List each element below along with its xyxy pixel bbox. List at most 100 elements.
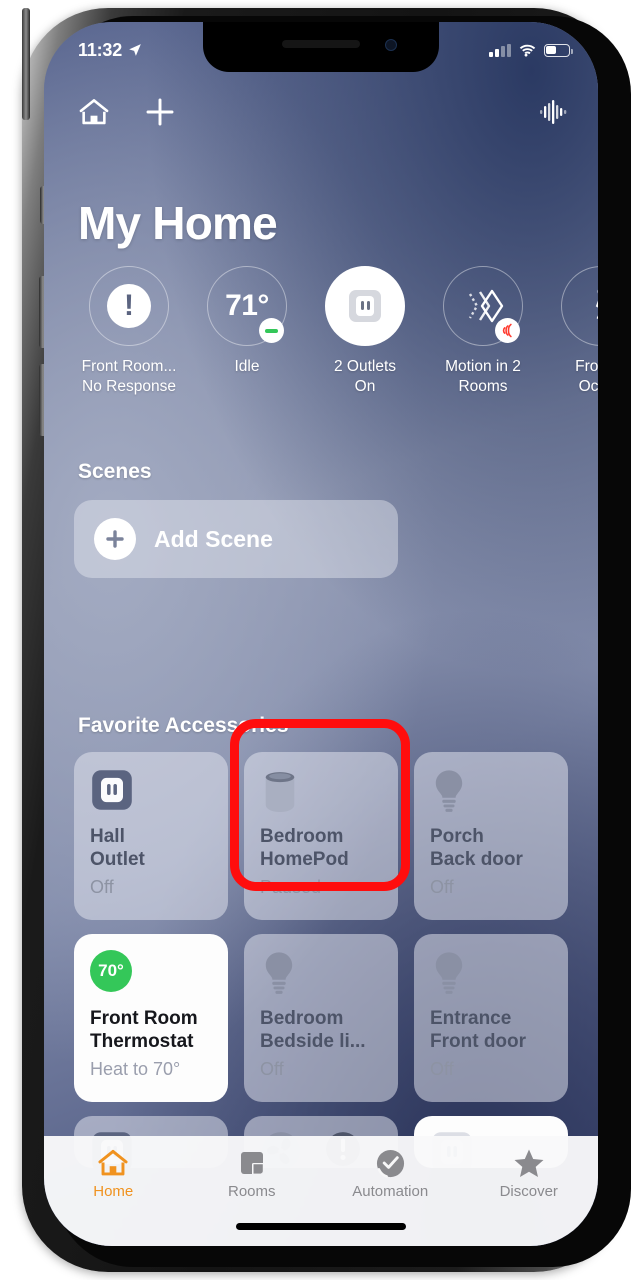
status-widget-circle xyxy=(325,266,405,346)
tile-name-line2: Back door xyxy=(430,848,523,870)
accessory-tile-porch-back-door[interactable]: Porch Back door Off xyxy=(414,752,568,920)
thermostat-state-badge xyxy=(259,318,284,343)
clock-check-icon xyxy=(321,1146,460,1180)
plus-circle-icon xyxy=(94,518,136,560)
tile-name-line1: Porch xyxy=(430,826,484,847)
accessory-grid: Hall Outlet Off Bedroom HomePod Paused P… xyxy=(74,752,572,1168)
tab-discover[interactable]: Discover xyxy=(460,1146,599,1200)
status-widget-front-room-no-response[interactable]: ! Front Room... No Response xyxy=(70,266,188,398)
tile-state: Off xyxy=(260,1058,284,1079)
status-widget-line1: Idle xyxy=(234,358,260,375)
power-button[interactable] xyxy=(22,8,30,120)
status-widget-line1: Front R xyxy=(575,358,598,375)
tile-name-line1: Bedroom xyxy=(260,1008,344,1029)
tile-icon xyxy=(430,950,554,1006)
status-widget-circle: ! xyxy=(89,266,169,346)
nav-right-group xyxy=(538,97,568,127)
status-widget-line1: Motion in 2 xyxy=(445,358,521,375)
tile-icon: 70° xyxy=(90,950,214,1006)
status-widget-outlets-on[interactable]: 2 Outlets On xyxy=(306,266,424,398)
top-nav-bar xyxy=(44,84,598,140)
plus-icon[interactable] xyxy=(144,96,176,128)
lightbulb-icon xyxy=(265,952,293,994)
status-widget-circle xyxy=(561,266,598,346)
tab-home[interactable]: Home xyxy=(44,1146,183,1200)
wifi-icon xyxy=(519,44,536,57)
status-widget-label: Idle xyxy=(188,357,306,377)
phone-screen: 11:32 My Home ! Front Room... No Respons… xyxy=(44,22,598,1246)
cellular-signal-icon xyxy=(489,43,511,57)
status-bar-right xyxy=(489,43,573,57)
house-icon[interactable] xyxy=(78,97,110,127)
tile-name-line2: Thermostat xyxy=(90,1030,194,1052)
tile-name-line2: Outlet xyxy=(90,848,145,870)
tile-state: Paused xyxy=(260,876,322,897)
tile-name: Bedroom Bedside li... xyxy=(260,1008,384,1054)
tile-icon xyxy=(430,768,554,824)
house-filled-icon xyxy=(44,1146,183,1180)
lightbulb-icon xyxy=(435,952,463,994)
status-widget-label: Motion in 2 Rooms xyxy=(424,357,542,398)
status-widget-label: Front R Occup xyxy=(542,357,598,398)
home-indicator[interactable] xyxy=(236,1223,406,1230)
outlet-icon xyxy=(349,290,381,322)
location-arrow-icon xyxy=(129,44,141,56)
battery-icon xyxy=(544,43,573,57)
status-widget-label: Front Room... No Response xyxy=(70,357,188,398)
accessory-tile-bedroom-homepod[interactable]: Bedroom HomePod Paused xyxy=(244,752,398,920)
tile-name-line2: HomePod xyxy=(260,848,349,870)
status-widget-label: 2 Outlets On xyxy=(306,357,424,398)
status-widget-row[interactable]: ! Front Room... No Response 71° Idle 2 O… xyxy=(44,266,598,398)
favorite-accessories-title: Favorite Accessories xyxy=(78,714,289,737)
tile-name-line1: Hall xyxy=(90,826,125,847)
page-title: My Home xyxy=(78,197,278,249)
accessory-tile-hall-outlet[interactable]: Hall Outlet Off xyxy=(74,752,228,920)
status-time: 11:32 xyxy=(78,39,123,60)
status-widget-front-room-occupancy[interactable]: Front R Occup xyxy=(542,266,598,398)
status-widget-line2: Occup xyxy=(578,378,598,396)
status-bar-left: 11:32 xyxy=(78,40,142,61)
walking-person-icon xyxy=(595,289,598,319)
tile-name-line2: Bedside li... xyxy=(260,1030,366,1052)
status-widget-motion[interactable]: Motion in 2 Rooms xyxy=(424,266,542,398)
accessory-tile-front-room-thermostat[interactable]: 70° Front Room Thermostat Heat to 70° xyxy=(74,934,228,1102)
nav-left-group xyxy=(78,96,176,128)
dash-icon xyxy=(265,328,278,333)
tab-label: Automation xyxy=(352,1183,429,1200)
tile-icon xyxy=(260,768,384,824)
motion-detected-badge xyxy=(495,318,520,343)
status-widget-circle: 71° xyxy=(207,266,287,346)
status-widget-line1: Front Room... xyxy=(81,358,177,375)
lightbulb-icon xyxy=(435,770,463,812)
status-widget-line2: On xyxy=(354,378,376,396)
status-widget-circle xyxy=(443,266,523,346)
tile-state: Off xyxy=(90,876,114,897)
tab-label: Home xyxy=(93,1183,134,1200)
tab-rooms[interactable]: Rooms xyxy=(183,1146,322,1200)
tile-icon xyxy=(90,768,214,824)
homepod-icon xyxy=(265,772,295,812)
accessory-tile-bedroom-bedside-light[interactable]: Bedroom Bedside li... Off xyxy=(244,934,398,1102)
tile-state: Off xyxy=(430,1058,454,1079)
tile-name: Bedroom HomePod xyxy=(260,826,384,872)
add-scene-button[interactable]: Add Scene xyxy=(74,500,398,578)
status-widget-line1: 2 Outlets xyxy=(333,358,397,375)
status-widget-line2: No Response xyxy=(82,378,176,396)
status-widget-thermostat-idle[interactable]: 71° Idle xyxy=(188,266,306,398)
tile-icon xyxy=(260,950,384,1006)
outlet-icon xyxy=(92,770,132,810)
tile-name: Entrance Front door xyxy=(430,1008,554,1054)
star-icon xyxy=(460,1146,599,1180)
tile-name-line1: Bedroom xyxy=(260,826,344,847)
tab-automation[interactable]: Automation xyxy=(321,1146,460,1200)
tile-name-line1: Entrance xyxy=(430,1008,512,1029)
add-scene-label: Add Scene xyxy=(154,525,273,552)
tab-label: Discover xyxy=(499,1183,558,1200)
siri-waveform-icon[interactable] xyxy=(538,97,568,127)
accessory-tile-entrance-front-door[interactable]: Entrance Front door Off xyxy=(414,934,568,1102)
motion-sensor-icon xyxy=(468,289,504,323)
tile-name-line2: Front door xyxy=(430,1030,527,1052)
tile-state: Heat to 70° xyxy=(90,1058,181,1079)
tile-name: Hall Outlet xyxy=(90,826,214,872)
tile-name: Porch Back door xyxy=(430,826,554,872)
